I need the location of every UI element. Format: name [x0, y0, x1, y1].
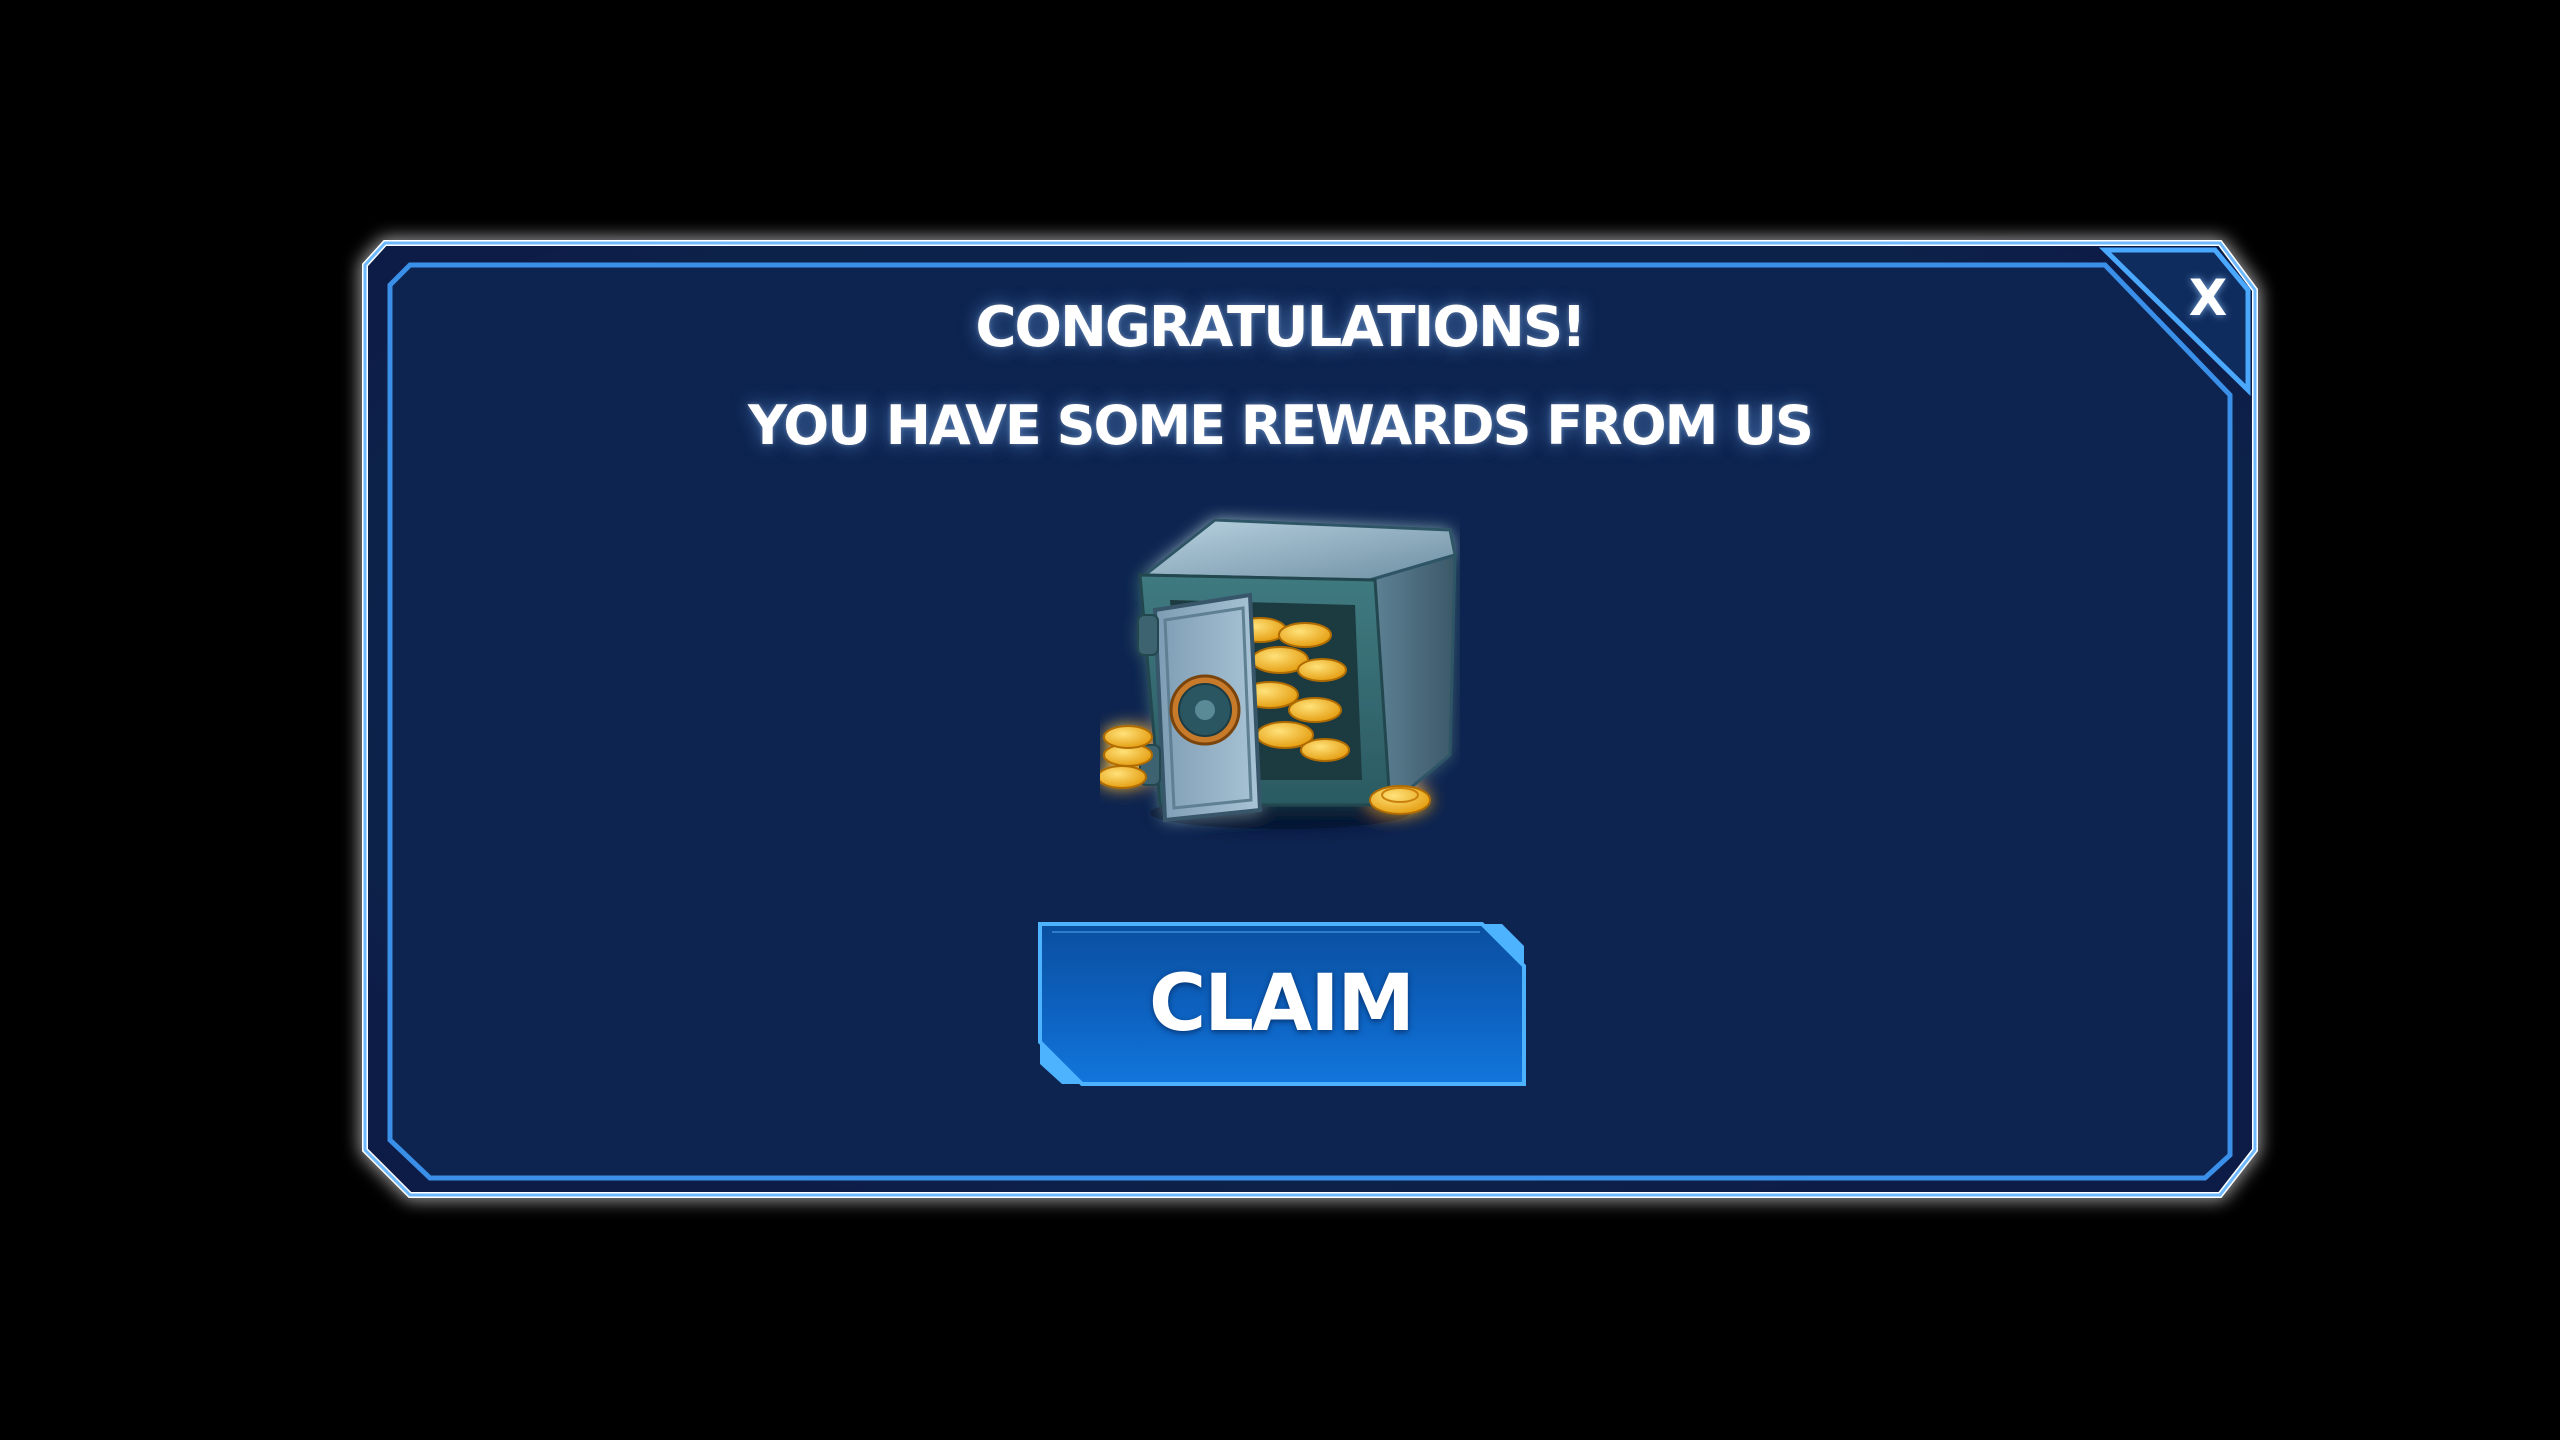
close-button[interactable]: X [2160, 260, 2256, 336]
safe-with-gold-coins-icon [1100, 518, 1457, 829]
dialog-subtitle: YOU HAVE SOME REWARDS FROM US [748, 394, 1814, 457]
claim-button-label: CLAIM [1149, 959, 1415, 1049]
claim-button[interactable]: CLAIM [1032, 918, 1530, 1090]
close-icon: X [2188, 269, 2228, 327]
reward-screen: CONGRATULATIONS! YOU HAVE SOME REWARDS F… [0, 0, 2560, 1440]
